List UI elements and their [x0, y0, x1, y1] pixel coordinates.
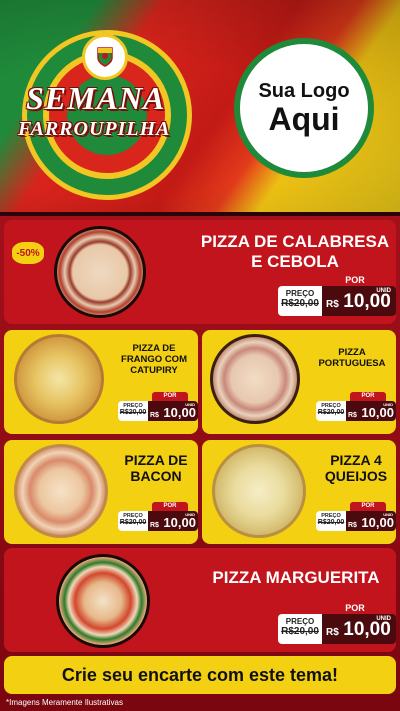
currency-symbol: R$	[326, 627, 339, 638]
old-price-box: PREÇO R$20,00	[316, 511, 346, 531]
unit-label: UNID	[376, 288, 391, 294]
product-card-portuguesa: PIZZA PORTUGUESA POR PREÇO R$20,00 R$ 10…	[202, 330, 396, 434]
event-title-line1: SEMANA	[26, 80, 166, 116]
price-por-label: POR	[328, 602, 382, 614]
old-price: R$20,00	[119, 409, 147, 416]
old-price: R$20,00	[281, 298, 319, 309]
old-price: R$20,00	[281, 626, 319, 637]
product-card-calabresa: -50% PIZZA DE CALABRESA E CEBOLA POR PRE…	[4, 220, 396, 324]
pizza-bacon-image	[14, 444, 108, 538]
price-tag: POR PREÇO R$20,00 R$ 10,00 UNID	[278, 274, 396, 320]
old-price: R$20,00	[119, 519, 147, 526]
unit-label: UNID	[383, 512, 393, 517]
product-name: PIZZA DE BACON	[124, 452, 188, 485]
currency-symbol: R$	[348, 412, 357, 419]
old-price: R$20,00	[317, 519, 345, 526]
old-price-box: PREÇO R$20,00	[118, 401, 148, 421]
currency-symbol: R$	[348, 522, 357, 529]
price-por-label: POR	[350, 392, 386, 401]
pizza-4-queijos-image	[212, 444, 306, 538]
price-tag: POR PREÇO R$20,00 R$ 10,00 UNID	[278, 602, 396, 648]
event-title-line2: FARROUPILHA	[18, 118, 171, 140]
price-por-label: POR	[152, 502, 188, 511]
state-coat-of-arms-icon	[82, 34, 128, 80]
unit-label: UNID	[185, 402, 195, 407]
preco-label: PREÇO	[285, 289, 315, 298]
new-price: 10,00	[361, 515, 394, 530]
preco-label: PREÇO	[285, 617, 315, 626]
product-name: PIZZA PORTUGUESA	[318, 347, 386, 369]
currency-symbol: R$	[326, 299, 339, 310]
logo-text-line1: Sua Logo	[258, 79, 350, 102]
new-price: 10,00	[343, 619, 391, 640]
cta-banner[interactable]: Crie seu encarte com este tema!	[4, 656, 396, 694]
product-card-4-queijos: PIZZA 4 QUEIJOS POR PREÇO R$20,00 R$ 10,…	[202, 440, 396, 544]
currency-symbol: R$	[150, 412, 159, 419]
new-price-box: R$ 10,00 UNID	[346, 401, 396, 421]
pizza-frango-image	[14, 334, 104, 424]
product-name: PIZZA 4 QUEIJOS	[324, 452, 388, 485]
new-price-box: R$ 10,00 UNID	[346, 511, 396, 531]
new-price-box: R$ 10,00 UNID	[322, 614, 396, 644]
price-por-label: POR	[328, 274, 382, 286]
new-price: 10,00	[343, 291, 391, 312]
unit-label: UNID	[376, 616, 391, 622]
price-por-label: POR	[350, 502, 386, 511]
old-price-box: PREÇO R$20,00	[118, 511, 148, 531]
new-price: 10,00	[163, 515, 196, 530]
pizza-portuguesa-image	[210, 334, 300, 424]
new-price-box: R$ 10,00 UNID	[148, 401, 198, 421]
price-tag: POR PREÇO R$20,00 R$ 10,00 UNID	[118, 392, 198, 424]
old-price-box: PREÇO R$20,00	[316, 401, 346, 421]
new-price: 10,00	[163, 405, 196, 420]
old-price-box: PREÇO R$20,00	[278, 614, 322, 644]
price-tag: POR PREÇO R$20,00 R$ 10,00 UNID	[118, 502, 198, 534]
new-price-box: R$ 10,00 UNID	[322, 286, 396, 316]
price-tag: POR PREÇO R$20,00 R$ 10,00 UNID	[316, 502, 396, 534]
header-banner: SEMANA FARROUPILHA Sua Logo Aqui	[0, 0, 400, 212]
footnote: *Imagens Meramente Ilustrativas	[6, 698, 123, 707]
pizza-calabresa-image	[54, 226, 146, 318]
unit-label: UNID	[383, 402, 393, 407]
new-price: 10,00	[361, 405, 394, 420]
old-price-box: PREÇO R$20,00	[278, 286, 322, 316]
new-price-box: R$ 10,00 UNID	[148, 511, 198, 531]
price-tag: POR PREÇO R$20,00 R$ 10,00 UNID	[316, 392, 396, 424]
unit-label: UNID	[185, 512, 195, 517]
product-card-marguerita: PIZZA MARGUERITA POR PREÇO R$20,00 R$ 10…	[4, 548, 396, 652]
pizza-marguerita-image	[56, 554, 150, 648]
product-card-frango: PIZZA DE FRANGO COM CATUPIRY POR PREÇO R…	[4, 330, 198, 434]
product-name: PIZZA DE FRANGO COM CATUPIRY	[121, 343, 187, 376]
old-price: R$20,00	[317, 409, 345, 416]
logo-text-line2: Aqui	[268, 100, 340, 137]
discount-badge: -50%	[12, 242, 44, 264]
product-card-bacon: PIZZA DE BACON POR PREÇO R$20,00 R$ 10,0…	[4, 440, 198, 544]
price-por-label: POR	[152, 392, 188, 401]
logo-placeholder: Sua Logo Aqui	[234, 38, 374, 178]
currency-symbol: R$	[150, 522, 159, 529]
product-name: PIZZA MARGUERITA	[212, 568, 380, 587]
product-name: PIZZA DE CALABRESA E CEBOLA	[200, 232, 390, 271]
